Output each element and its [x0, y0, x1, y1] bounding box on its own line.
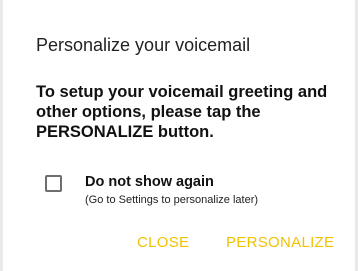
- dialog-title: Personalize your voicemail: [36, 35, 251, 55]
- do-not-show-again-checkbox[interactable]: [45, 175, 62, 192]
- dialog-message: To setup your voicemail greeting and oth…: [36, 83, 328, 141]
- personalize-button[interactable]: PERSONALIZE: [226, 234, 334, 251]
- close-button[interactable]: CLOSE: [137, 234, 189, 251]
- checkbox-label[interactable]: Do not show again: [85, 174, 214, 190]
- personalize-voicemail-dialog: Personalize your voicemail To setup your…: [3, 0, 355, 271]
- checkbox-sublabel: (Go to Settings to personalize later): [85, 194, 259, 206]
